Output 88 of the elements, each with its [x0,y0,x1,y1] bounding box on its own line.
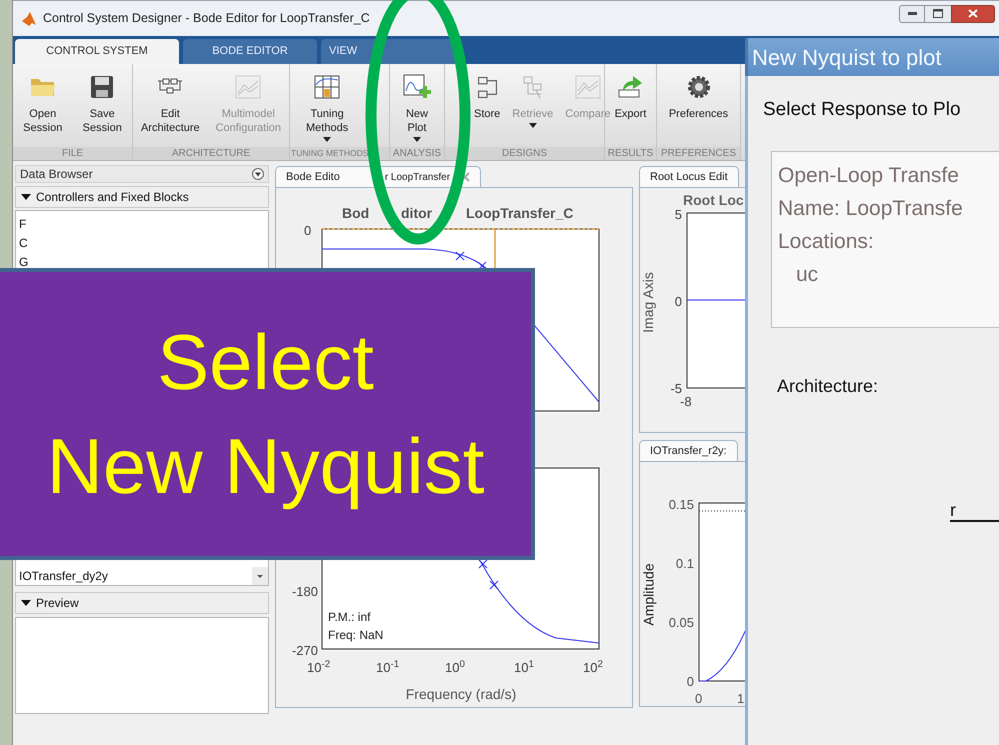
tick-label: 0 [304,222,312,240]
dialog-heading: Select Response to Plo [763,98,962,122]
toolbar-button[interactable]: Open Session [21,73,64,135]
panel-title: Data Browser [20,166,93,183]
app-logo-icon [21,10,37,26]
collapse-triangle-icon[interactable] [21,598,31,608]
callout-text: Select [157,317,374,408]
panel-tab[interactable]: IOTransfer_r2y: [639,440,738,461]
dropdown-icon[interactable] [252,168,264,180]
tick-label: 10$^{0}$ [445,658,465,677]
tick-label: 1 [737,690,744,708]
section-label: TUNING METHODS [290,147,368,160]
ribbon-tab[interactable]: VIEW [321,39,455,64]
signal-line [950,520,999,522]
block-diagram-icon [478,76,497,98]
maximize-icon [933,9,943,18]
axis-label: Frequency (rad/s) [404,685,518,704]
close-icon [968,9,978,18]
plot-title: ditor [401,204,432,223]
toolbar-button[interactable]: Tuning Methods [304,73,350,142]
plot-title: LoopTransfer_C [466,204,574,223]
detail-text: Name: LoopTransfe [778,196,964,222]
tick-label: 10$^{-1}$ [376,658,400,677]
pole-marker-icon[interactable] [478,560,488,568]
plot-title: Bod [342,204,370,223]
tick-label: -8 [680,394,692,411]
section-label: ANALYSIS [392,147,442,160]
tick-label: 0.15 [668,496,694,514]
tick-label: -5 [669,380,682,396]
section-label: PREFERENCES [660,147,736,160]
settings-icon [686,75,710,99]
callout-text: New Nyquist [46,421,484,512]
section-label: RESULTS [608,147,654,160]
detail-text: Open-Loop Transfe [778,162,960,188]
close-button[interactable] [951,4,995,22]
detail-text: uc [795,262,820,288]
section-header[interactable]: Controllers and Fixed Blocks [15,186,269,208]
toolbar-button[interactable]: Preferences [666,73,730,121]
toolbar-button[interactable]: Export [612,73,648,121]
section-label: ARCHITECTURE [172,147,250,160]
tick-label: 10$^{1}$ [514,658,534,677]
minimize-button[interactable] [899,4,925,22]
ribbon-tab[interactable]: CONTROL SYSTEM [15,39,179,64]
readout-text: Freq: NaN [328,627,384,644]
collapse-triangle-icon[interactable] [21,192,31,202]
section-label: Architecture: [777,374,880,398]
window-title: Control System Designer - Bode Editor for LoopTransfer_C [43,10,370,28]
export-arrow-icon [617,75,644,99]
toolbar-button[interactable]: New Plot [401,73,433,142]
toolbar-button[interactable]: Save Session [80,73,124,135]
tab-label: Bode Edito [286,170,340,185]
readout-text: P.M.: inf [328,609,370,626]
pole-marker-icon[interactable] [456,252,464,260]
toolbar-button[interactable]: Store [472,73,502,121]
plot-title: Root Loc [683,191,744,210]
tab-label: r LoopTransfer [384,170,450,184]
chart-icon [574,75,601,99]
tick-label: 10$^{-2}$ [307,658,330,677]
tick-label: -270 [290,642,318,660]
list-item[interactable]: G [19,253,268,272]
detail-text: Locations: [778,228,875,254]
tick-label: -180 [290,583,318,601]
panel-tab[interactable]: Root Locus Edit [639,166,739,187]
folder-icon [30,76,56,98]
list-item[interactable]: C [19,234,268,253]
new-plot-icon [403,74,431,100]
signal-label: r [950,500,957,520]
chart-icon [235,75,262,99]
pole-marker-icon[interactable] [490,580,498,590]
dialog-title: New Nyquist to plot [752,44,942,72]
tick-label: 10$^{2}$ [583,658,603,677]
tick-label: 0 [695,690,702,708]
axis-label: Amplitude [640,563,658,626]
save-icon [90,75,114,99]
minimize-icon [908,12,916,15]
axis-label: Imag Axis [638,272,657,333]
list-item[interactable]: F [19,215,268,234]
grid-chart-icon [314,75,340,99]
maximize-button[interactable] [925,4,951,22]
tick-label: 5 [674,206,682,224]
section-header[interactable]: Preview [15,592,269,614]
list-item[interactable]: IOTransfer_dy2y [19,567,108,585]
tick-label: 0 [686,673,694,691]
ribbon-tab[interactable]: BODE EDITOR [183,39,317,64]
section-label: DESIGNS [502,147,547,160]
section-label: FILE [62,147,84,160]
scroll-down-icon[interactable] [252,567,268,585]
toolbar-button[interactable]: Edit Architecture [138,73,202,135]
